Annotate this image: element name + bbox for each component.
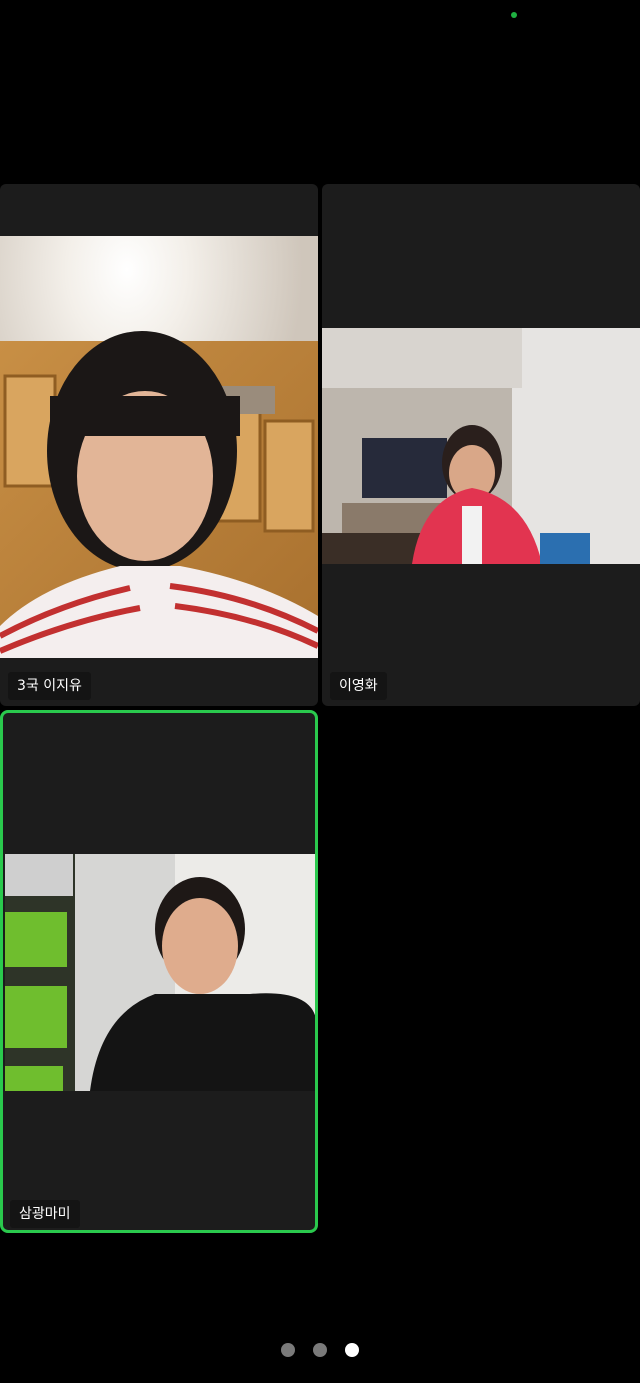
video-gallery-screen: 3국 이지유 이영화 삼광마미 bbox=[0, 0, 640, 1383]
participant-name-label: 이영화 bbox=[330, 672, 387, 700]
participant-name-label: 3국 이지유 bbox=[8, 672, 91, 700]
page-dot-2[interactable] bbox=[313, 1343, 327, 1357]
participant-tile-1[interactable]: 3국 이지유 bbox=[0, 184, 318, 706]
page-dot-3-current[interactable] bbox=[345, 1343, 359, 1357]
participant-video-3 bbox=[5, 854, 315, 1091]
participant-video-1 bbox=[0, 236, 318, 658]
participant-tile-2[interactable]: 이영화 bbox=[322, 184, 640, 706]
page-indicator bbox=[0, 1343, 640, 1359]
participant-tile-3-active-speaker[interactable]: 삼광마미 bbox=[0, 710, 318, 1233]
participant-video-2 bbox=[322, 328, 640, 564]
page-dot-1[interactable] bbox=[281, 1343, 295, 1357]
camera-in-use-indicator bbox=[511, 12, 517, 18]
participant-name-label: 삼광마미 bbox=[10, 1200, 80, 1228]
